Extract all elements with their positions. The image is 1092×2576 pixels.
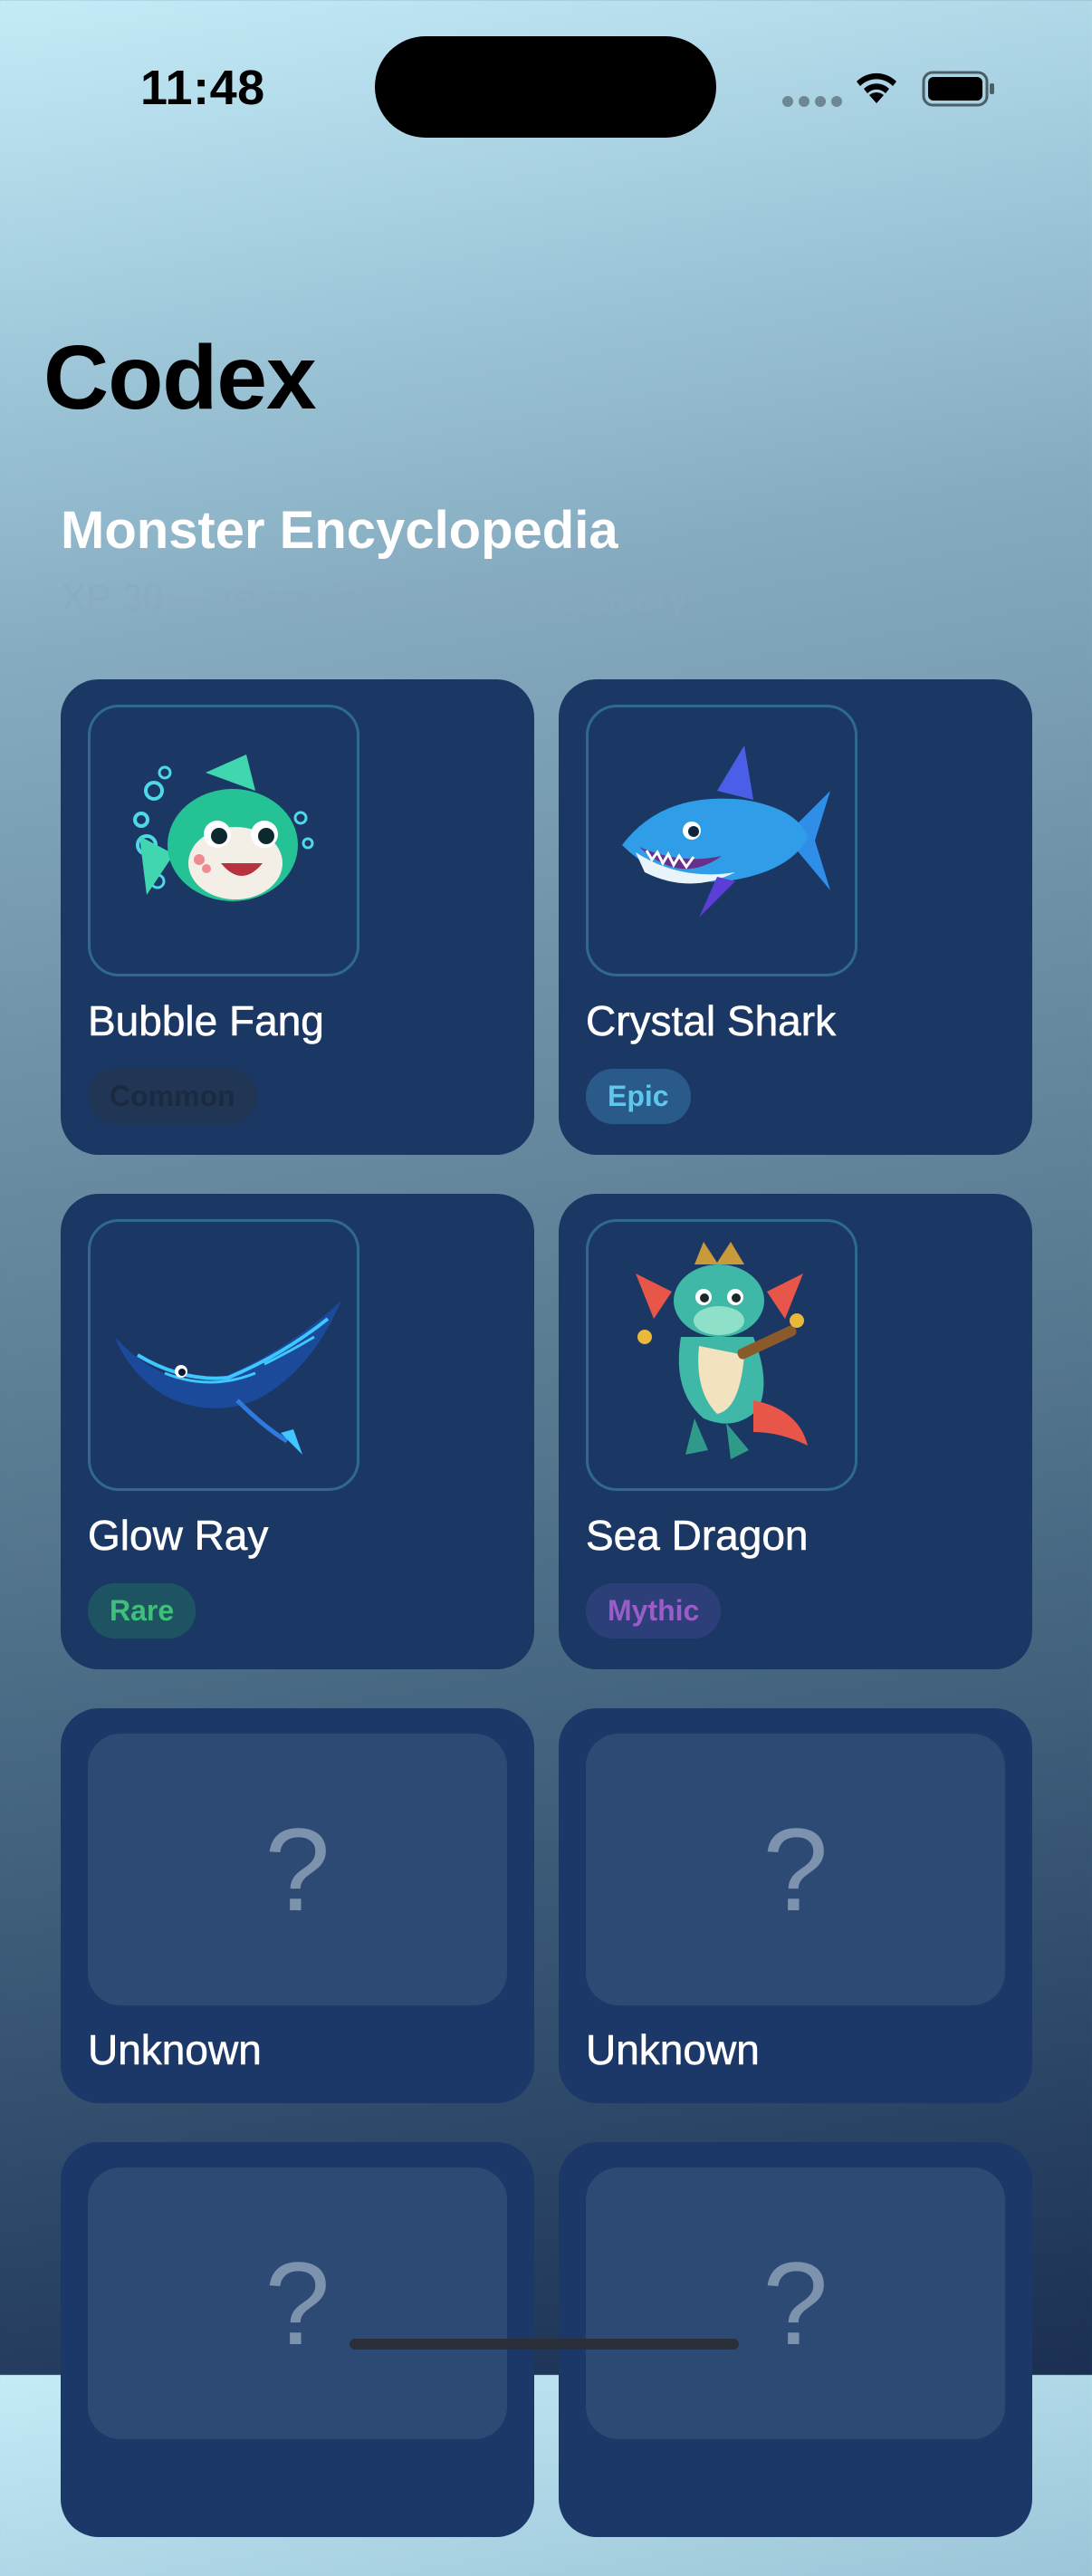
shark-icon — [622, 745, 830, 918]
question-mark-icon: ? — [586, 1734, 1005, 2005]
bubble-fish-icon — [133, 755, 314, 901]
status-time: 11:48 — [140, 61, 265, 115]
monster-grid: Bubble Fang Common Crystal Shark Epic Gl… — [61, 679, 1032, 2576]
status-bar: 11:48 — [0, 0, 1092, 181]
page-title: Codex — [43, 327, 317, 428]
question-mark-icon: ? — [586, 2167, 1005, 2439]
section-title: Monster Encyclopedia — [61, 501, 618, 560]
monster-card-bubble-fang[interactable]: Bubble Fang Common — [61, 679, 534, 1155]
rarity-badge: Rare — [88, 1583, 196, 1639]
rarity-badge: Mythic — [586, 1583, 722, 1639]
monster-card-unknown[interactable]: ? Unknown — [61, 1708, 534, 2103]
monster-name: Bubble Fang — [88, 997, 324, 1045]
battery-icon — [922, 71, 994, 107]
question-mark-icon: ? — [88, 2167, 507, 2439]
monster-name: Unknown — [586, 2026, 760, 2074]
question-mark-icon: ? — [88, 1734, 507, 2005]
rarity-badge: Epic — [586, 1069, 691, 1124]
monster-portrait — [88, 1219, 359, 1491]
wifi-icon — [857, 72, 896, 103]
monster-card-unknown[interactable]: ? Unknown — [559, 1708, 1032, 2103]
monster-name: Sea Dragon — [586, 1512, 809, 1560]
home-indicator[interactable] — [350, 2339, 739, 2350]
section-subtitle: XP 30 — rewards for every discovery. — [61, 576, 696, 619]
monster-name: Glow Ray — [88, 1512, 269, 1560]
monster-card-glow-ray[interactable]: Glow Ray Rare — [61, 1194, 534, 1669]
monster-card-crystal-shark[interactable]: Crystal Shark Epic — [559, 679, 1032, 1155]
sea-dragon-icon — [636, 1242, 808, 1459]
manta-ray-icon — [115, 1301, 341, 1455]
cellular-signal-icon — [782, 96, 842, 107]
monster-name: Unknown — [88, 2026, 262, 2074]
rarity-badge: Common — [88, 1069, 257, 1124]
monster-portrait — [88, 705, 359, 976]
monster-portrait — [586, 1219, 857, 1491]
monster-portrait — [586, 705, 857, 976]
monster-card-sea-dragon[interactable]: Sea Dragon Mythic — [559, 1194, 1032, 1669]
monster-name: Crystal Shark — [586, 997, 837, 1045]
dynamic-island — [375, 36, 716, 138]
